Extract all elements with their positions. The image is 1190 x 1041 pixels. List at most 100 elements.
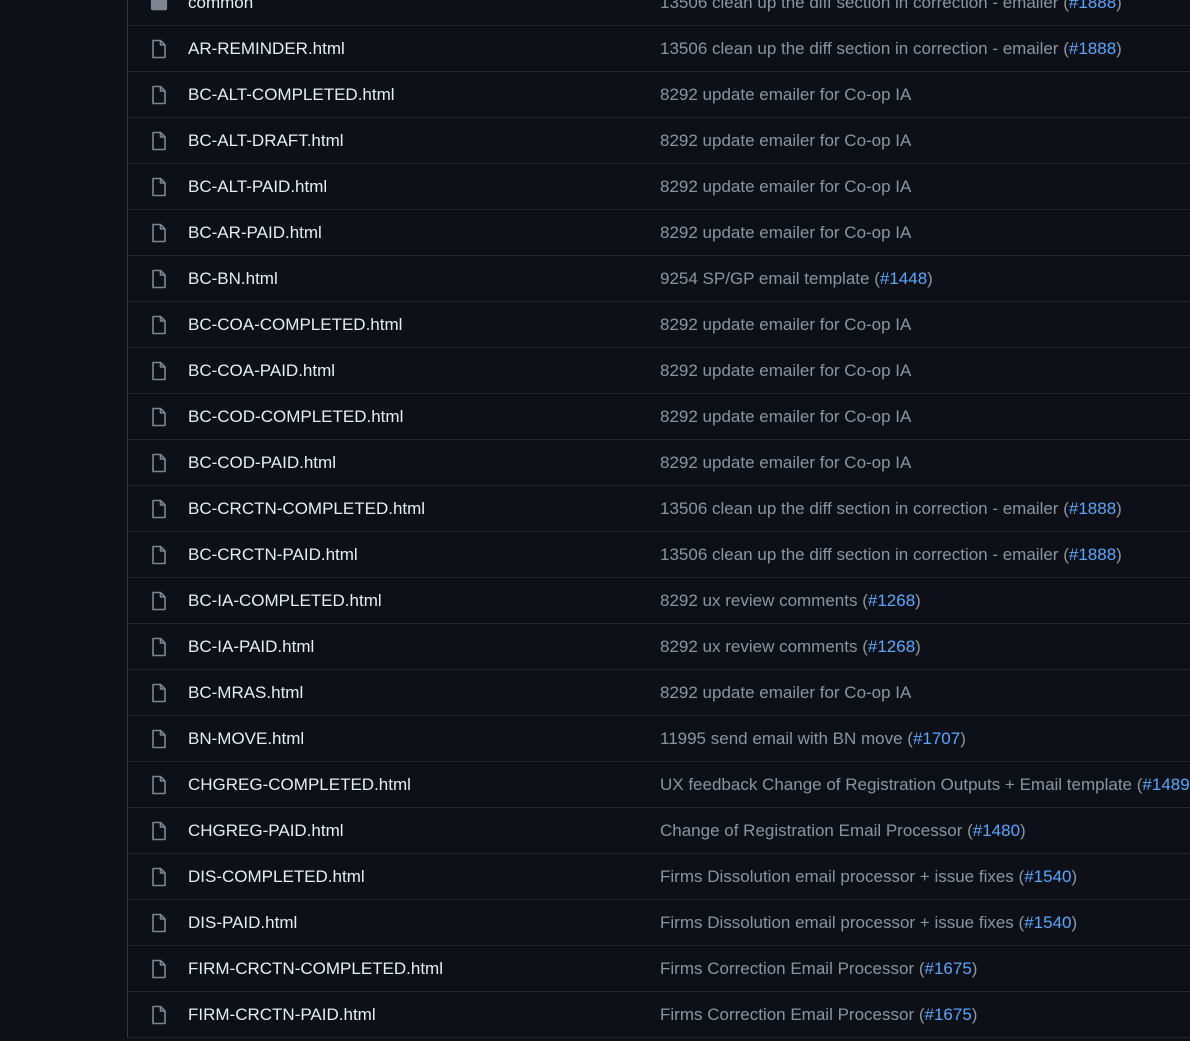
commit-message-link[interactable]: Firms Correction Email Processor (#1675) xyxy=(660,959,977,979)
file-name-link[interactable]: DIS-COMPLETED.html xyxy=(188,867,365,887)
commit-message-link[interactable]: 13506 clean up the diff section in corre… xyxy=(660,39,1122,59)
file-name-link[interactable]: BC-CRCTN-PAID.html xyxy=(188,545,358,565)
file-row[interactable]: BN-MOVE.html 11995 send email with BN mov… xyxy=(128,716,1190,762)
file-icon xyxy=(150,637,168,657)
pull-request-link[interactable]: #1707 xyxy=(913,729,960,748)
commit-message-link[interactable]: Firms Correction Email Processor (#1675) xyxy=(660,1005,977,1025)
commit-message-link[interactable]: UX feedback Change of Registration Outpu… xyxy=(660,775,1190,795)
file-name-link[interactable]: BC-COD-COMPLETED.html xyxy=(188,407,403,427)
commit-message-link[interactable]: 13506 clean up the diff section in corre… xyxy=(660,499,1122,519)
commit-message-text: 8292 update emailer for Co-op IA xyxy=(660,360,912,380)
pull-request-link[interactable]: #1675 xyxy=(925,959,972,978)
file-name-link[interactable]: CHGREG-COMPLETED.html xyxy=(188,775,411,795)
file-icon xyxy=(150,959,168,979)
file-row[interactable]: DIS-PAID.html Firms Dissolution email pro… xyxy=(128,900,1190,946)
file-row[interactable]: BC-MRAS.html 8292 update emailer for Co-o… xyxy=(128,670,1190,716)
commit-message-text: 8292 update emailer for Co-op IA xyxy=(660,130,912,150)
file-name-link[interactable]: FIRM-CRCTN-COMPLETED.html xyxy=(188,959,443,979)
file-row[interactable]: BC-IA-PAID.html 8292 ux review comments (… xyxy=(128,624,1190,670)
paren-open: ( xyxy=(902,728,913,748)
file-icon xyxy=(150,545,168,565)
commit-message-link[interactable]: Firms Dissolution email processor + issu… xyxy=(660,867,1077,887)
paren-open: ( xyxy=(1013,912,1025,932)
file-name-link[interactable]: BC-IA-PAID.html xyxy=(188,637,314,657)
commit-message-link[interactable]: 8292 ux review comments (#1268) xyxy=(660,637,921,657)
file-row[interactable]: BC-ALT-COMPLETED.html 8292 update emailer… xyxy=(128,72,1190,118)
file-name-link[interactable]: BC-COD-PAID.html xyxy=(188,453,336,473)
file-row[interactable]: CHGREG-COMPLETED.html UX feedback Change … xyxy=(128,762,1190,808)
file-row[interactable]: BC-ALT-PAID.html 8292 update emailer for … xyxy=(128,164,1190,210)
commit-message-link[interactable]: 8292 update emailer for Co-op IA xyxy=(660,85,911,105)
pull-request-link[interactable]: #1448 xyxy=(880,269,927,288)
file-name-link[interactable]: BN-MOVE.html xyxy=(188,729,304,749)
file-row[interactable]: DIS-COMPLETED.html Firms Dissolution emai… xyxy=(128,854,1190,900)
commit-message-link[interactable]: 13506 clean up the diff section in corre… xyxy=(660,545,1122,565)
commit-message-link[interactable]: 8292 update emailer for Co-op IA xyxy=(660,407,911,427)
commit-message-link[interactable]: 8292 update emailer for Co-op IA xyxy=(660,223,911,243)
file-row[interactable]: AR-REMINDER.html 13506 clean up the diff … xyxy=(128,26,1190,72)
pull-request-link[interactable]: #1888 xyxy=(1069,545,1116,564)
file-name-link[interactable]: DIS-PAID.html xyxy=(188,913,297,933)
file-name-link[interactable]: BC-COA-COMPLETED.html xyxy=(188,315,402,335)
file-icon xyxy=(150,453,168,473)
pull-request-link[interactable]: #1675 xyxy=(925,1005,972,1024)
commit-message-link[interactable]: 9254 SP/GP email template (#1448) xyxy=(660,269,933,289)
file-row[interactable]: FIRM-CRCTN-PAID.html Firms Correction Ema… xyxy=(128,992,1190,1038)
commit-message-link[interactable]: 8292 update emailer for Co-op IA xyxy=(660,361,911,381)
commit-message-text: Change of Registration Email Processor xyxy=(660,820,963,840)
file-name-link[interactable]: BC-BN.html xyxy=(188,269,278,289)
pull-request-link[interactable]: #1888 xyxy=(1069,499,1116,518)
file-name-link[interactable]: BC-ALT-PAID.html xyxy=(188,177,327,197)
file-icon xyxy=(150,269,168,289)
file-row[interactable]: BC-IA-COMPLETED.html 8292 ux review comme… xyxy=(128,578,1190,624)
commit-message-link[interactable]: 13506 clean up the diff section in corre… xyxy=(660,0,1122,13)
file-icon xyxy=(150,499,168,519)
file-name-link[interactable]: BC-AR-PAID.html xyxy=(188,223,322,243)
file-icon xyxy=(150,361,168,381)
file-name-link[interactable]: CHGREG-PAID.html xyxy=(188,821,344,841)
pull-request-link[interactable]: #1268 xyxy=(868,591,915,610)
file-row[interactable]: BC-COA-PAID.html 8292 update emailer for … xyxy=(128,348,1190,394)
commit-message-link[interactable]: 8292 update emailer for Co-op IA xyxy=(660,683,911,703)
commit-message-link[interactable]: 11995 send email with BN move (#1707) xyxy=(660,729,966,749)
file-name-link[interactable]: common xyxy=(188,0,253,13)
file-name-link[interactable]: BC-MRAS.html xyxy=(188,683,303,703)
file-row[interactable]: BC-CRCTN-COMPLETED.html 13506 clean up th… xyxy=(128,486,1190,532)
file-row[interactable]: BC-COA-COMPLETED.html 8292 update emailer… xyxy=(128,302,1190,348)
commit-message-link[interactable]: 8292 update emailer for Co-op IA xyxy=(660,453,911,473)
file-row[interactable]: BC-BN.html 9254 SP/GP email template (#14… xyxy=(128,256,1190,302)
file-row[interactable]: CHGREG-PAID.html Change of Registration E… xyxy=(128,808,1190,854)
commit-message-text: 13506 clean up the diff section in corre… xyxy=(660,0,1059,12)
pull-request-link[interactable]: #1540 xyxy=(1024,913,1071,932)
pull-request-link[interactable]: #1489 xyxy=(1142,775,1189,794)
file-name-link[interactable]: BC-CRCTN-COMPLETED.html xyxy=(188,499,425,519)
file-row[interactable]: FIRM-CRCTN-COMPLETED.html Firms Correctio… xyxy=(128,946,1190,992)
pull-request-link[interactable]: #1540 xyxy=(1024,867,1071,886)
file-name-link[interactable]: FIRM-CRCTN-PAID.html xyxy=(188,1005,376,1025)
commit-message-link[interactable]: 8292 ux review comments (#1268) xyxy=(660,591,921,611)
file-icon xyxy=(150,729,168,749)
file-name-link[interactable]: BC-COA-PAID.html xyxy=(188,361,335,381)
commit-message-text: 8292 update emailer for Co-op IA xyxy=(660,222,912,242)
file-row[interactable]: BC-AR-PAID.html 8292 update emailer for C… xyxy=(128,210,1190,256)
commit-message-link[interactable]: 8292 update emailer for Co-op IA xyxy=(660,131,911,151)
pull-request-link[interactable]: #1888 xyxy=(1069,0,1116,12)
commit-message-link[interactable]: Firms Dissolution email processor + issu… xyxy=(660,913,1077,933)
pull-request-link[interactable]: #1480 xyxy=(973,821,1020,840)
commit-message-text: 8292 update emailer for Co-op IA xyxy=(660,452,912,472)
pull-request-link[interactable]: #1268 xyxy=(868,637,915,656)
file-name-link[interactable]: BC-IA-COMPLETED.html xyxy=(188,591,382,611)
file-row[interactable]: BC-COD-COMPLETED.html 8292 update emailer… xyxy=(128,394,1190,440)
file-row[interactable]: BC-CRCTN-PAID.html 13506 clean up the dif… xyxy=(128,532,1190,578)
file-name-link[interactable]: AR-REMINDER.html xyxy=(188,39,345,59)
file-row[interactable]: BC-COD-PAID.html 8292 update emailer for … xyxy=(128,440,1190,486)
commit-message-text: Firms Correction Email Processor xyxy=(660,1004,915,1024)
file-row[interactable]: BC-ALT-DRAFT.html 8292 update emailer for… xyxy=(128,118,1190,164)
file-row[interactable]: common 13506 clean up the diff section in… xyxy=(128,0,1190,26)
commit-message-link[interactable]: Change of Registration Email Processor (… xyxy=(660,821,1026,841)
commit-message-link[interactable]: 8292 update emailer for Co-op IA xyxy=(660,177,911,197)
commit-message-link[interactable]: 8292 update emailer for Co-op IA xyxy=(660,315,911,335)
file-name-link[interactable]: BC-ALT-DRAFT.html xyxy=(188,131,344,151)
pull-request-link[interactable]: #1888 xyxy=(1069,39,1116,58)
file-name-link[interactable]: BC-ALT-COMPLETED.html xyxy=(188,85,395,105)
